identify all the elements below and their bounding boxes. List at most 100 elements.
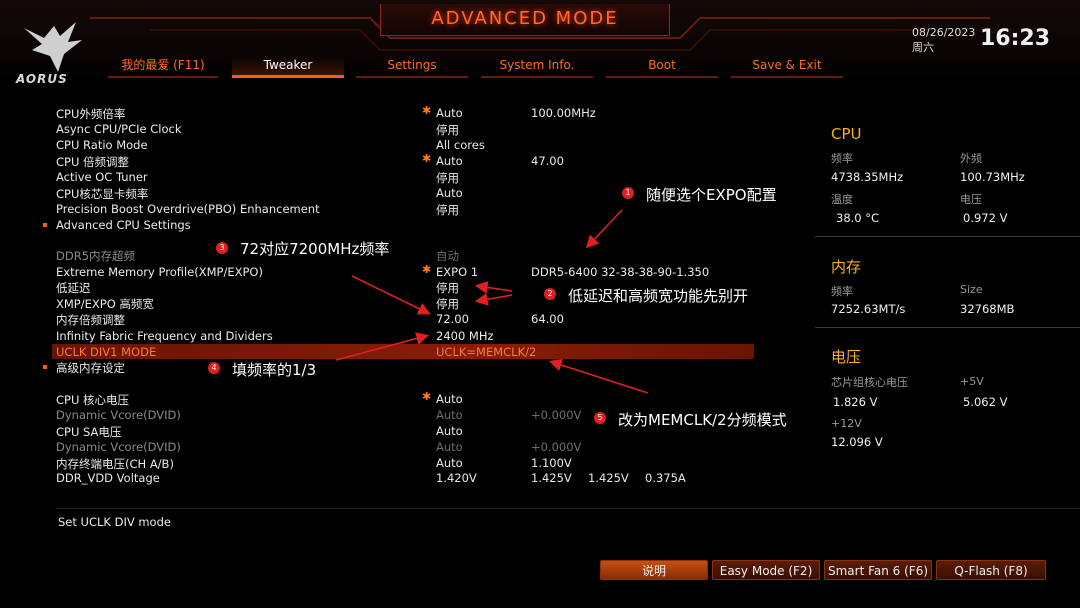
q-flash-button[interactable]: Q-Flash (F8) [936,560,1046,580]
setting-readout: 1.425V [588,471,629,485]
setting-row-uclk-div1-mode[interactable]: UCLK DIV1 MODE UCLK=MEMCLK/2 [56,345,756,361]
cpu-freq-value: 4738.35MHz [831,170,904,184]
tab-boot[interactable]: Boot [606,56,718,78]
setting-label: Advanced CPU Settings [56,218,191,232]
setting-row-memory-multiplier[interactable]: 内存倍频调整 72.00 64.00 [56,312,756,328]
hardware-monitor-panel: CPU 频率 外频 4738.35MHz 100.73MHz 温度 电压 38.… [815,112,1080,462]
setting-row-async-clock[interactable]: Async CPU/PCIe Clock 停用 [56,122,756,138]
setting-readout: 100.00MHz [531,106,596,120]
tab-settings[interactable]: Settings [356,56,468,78]
easy-mode-button[interactable]: Easy Mode (F2) [712,560,820,580]
plus5v-label: +5V [960,375,984,388]
tab-tweaker[interactable]: Tweaker [232,56,344,78]
tab-system-info[interactable]: System Info. [481,56,593,78]
setting-label: CPU SA电压 [56,425,122,439]
setting-value: Auto [436,440,463,454]
setting-label: Async CPU/PCIe Clock [56,122,182,136]
date-display: 08/26/2023 [912,26,976,39]
help-button[interactable]: 说明 [600,560,708,580]
tab-favorites[interactable]: 我的最爱 (F11) [108,56,218,78]
setting-value[interactable]: 停用 [436,280,459,296]
annotation-marker-3: 3 [216,242,228,254]
setting-readout: 64.00 [531,312,564,326]
setting-value[interactable]: All cores [436,138,485,152]
cpu-volt-label: 电压 [960,193,982,206]
annotation-text-4: 填频率的1/3 [232,361,317,379]
memory-size-label: Size [960,283,983,296]
page-title: ADVANCED MODE [431,8,619,29]
setting-value: Auto [436,408,463,422]
setting-label: UCLK DIV1 MODE [56,345,157,359]
setting-readout: 47.00 [531,154,564,168]
setting-value[interactable]: 72.00 [436,312,469,326]
star-icon: ✱ [422,390,432,403]
setting-row-ddr-vdd-voltage[interactable]: DDR_VDD Voltage 1.420V 1.425V 1.425V 0.3… [56,471,756,487]
setting-row-xmp-expo[interactable]: Extreme Memory Profile(XMP/EXPO) ✱ EXPO … [56,263,756,281]
cpu-bclk-value: 100.73MHz [960,170,1025,184]
memory-freq-label: 频率 [831,285,853,298]
annotation-marker-2: 2 [544,288,556,300]
setting-row-cpu-bclk[interactable]: CPU外频倍率 ✱ Auto 100.00MHz [56,104,756,122]
chipset-voltage-value: 1.826 V [833,395,878,409]
setting-value[interactable]: Auto [436,154,463,168]
submenu-advanced-cpu-settings[interactable]: Advanced CPU Settings [43,218,756,234]
setting-value[interactable]: 停用 [436,296,459,312]
setting-row-cpu-vcore[interactable]: CPU 核心电压 ✱ Auto [56,390,756,408]
setting-value[interactable]: 停用 [436,202,459,218]
setting-row-infinity-fabric[interactable]: Infinity Fabric Frequency and Dividers 2… [56,329,756,345]
setting-readout: 0.375A [645,471,686,485]
submenu-advanced-memory-settings[interactable]: 高级内存设定 [43,360,756,376]
annotation-marker-4: 4 [208,362,220,374]
cpu-volt-value: 0.972 V [963,211,1008,225]
setting-value[interactable]: EXPO 1 [436,265,478,279]
header-bar: AORUS ADVANCED MODE 08/26/2023 周六 16:23 … [0,0,1080,86]
chipset-voltage-label: 芯片组核心电压 [831,376,908,389]
setting-label: DDR5内存超频 [56,249,136,263]
submenu-bullet-icon [43,365,47,369]
setting-value[interactable]: Auto [436,106,463,120]
setting-row-cpu-ratio[interactable]: CPU 倍频调整 ✱ Auto 47.00 [56,152,756,170]
setting-value[interactable]: 停用 [436,122,459,138]
setting-value[interactable]: 1.420V [436,471,477,485]
setting-value[interactable]: UCLK=MEMCLK/2 [436,345,536,359]
setting-label: 内存终端电压(CH A/B) [56,457,174,471]
setting-label: CPU 倍频调整 [56,155,130,169]
setting-row-ddr5-oc: DDR5内存超频 自动 [56,248,756,264]
memory-section-title: 内存 [831,258,862,276]
setting-value[interactable]: Auto [436,424,463,438]
cpu-section-title: CPU [831,125,862,143]
setting-label: 内存倍频调整 [56,313,125,327]
smart-fan-button[interactable]: Smart Fan 6 (F6) [824,560,932,580]
plus12v-label: +12V [831,417,862,430]
setting-readout: DDR5-6400 32-38-38-90-1.350 [531,265,710,279]
star-icon: ✱ [422,263,432,276]
help-description: Set UCLK DIV mode [58,515,171,529]
setting-value[interactable]: Auto [436,186,463,200]
setting-value[interactable]: Auto [436,392,463,406]
setting-label: CPU 核心电压 [56,393,130,407]
tab-save-exit[interactable]: Save & Exit [731,56,843,78]
setting-label: Dynamic Vcore(DVID) [56,440,181,454]
setting-label: 低延迟 [56,281,91,295]
setting-row-cpu-ratio-mode[interactable]: CPU Ratio Mode All cores [56,138,756,154]
help-divider [56,508,1080,509]
setting-value[interactable]: Auto [436,456,463,470]
setting-label: Precision Boost Overdrive(PBO) Enhanceme… [56,202,320,216]
setting-label: CPU Ratio Mode [56,138,148,152]
setting-label: Infinity Fabric Frequency and Dividers [56,329,273,343]
cpu-freq-label: 频率 [831,152,853,165]
setting-value[interactable]: 停用 [436,170,459,186]
voltage-section-title: 电压 [831,348,862,366]
time-display: 16:23 [980,26,1051,51]
setting-label: Extreme Memory Profile(XMP/EXPO) [56,265,263,279]
section-divider [815,236,1080,237]
plus12v-value: 12.096 V [831,435,883,449]
setting-value: 自动 [436,249,459,263]
setting-label: CPU外频倍率 [56,107,126,121]
annotation-text-5: 改为MEMCLK/2分频模式 [618,411,787,429]
cpu-temp-label: 温度 [831,193,853,206]
setting-label: 高级内存设定 [56,361,125,375]
memory-freq-value: 7252.63MT/s [831,302,906,316]
setting-value[interactable]: 2400 MHz [436,329,494,343]
setting-row-dram-termination-voltage[interactable]: 内存终端电压(CH A/B) Auto 1.100V [56,456,756,472]
